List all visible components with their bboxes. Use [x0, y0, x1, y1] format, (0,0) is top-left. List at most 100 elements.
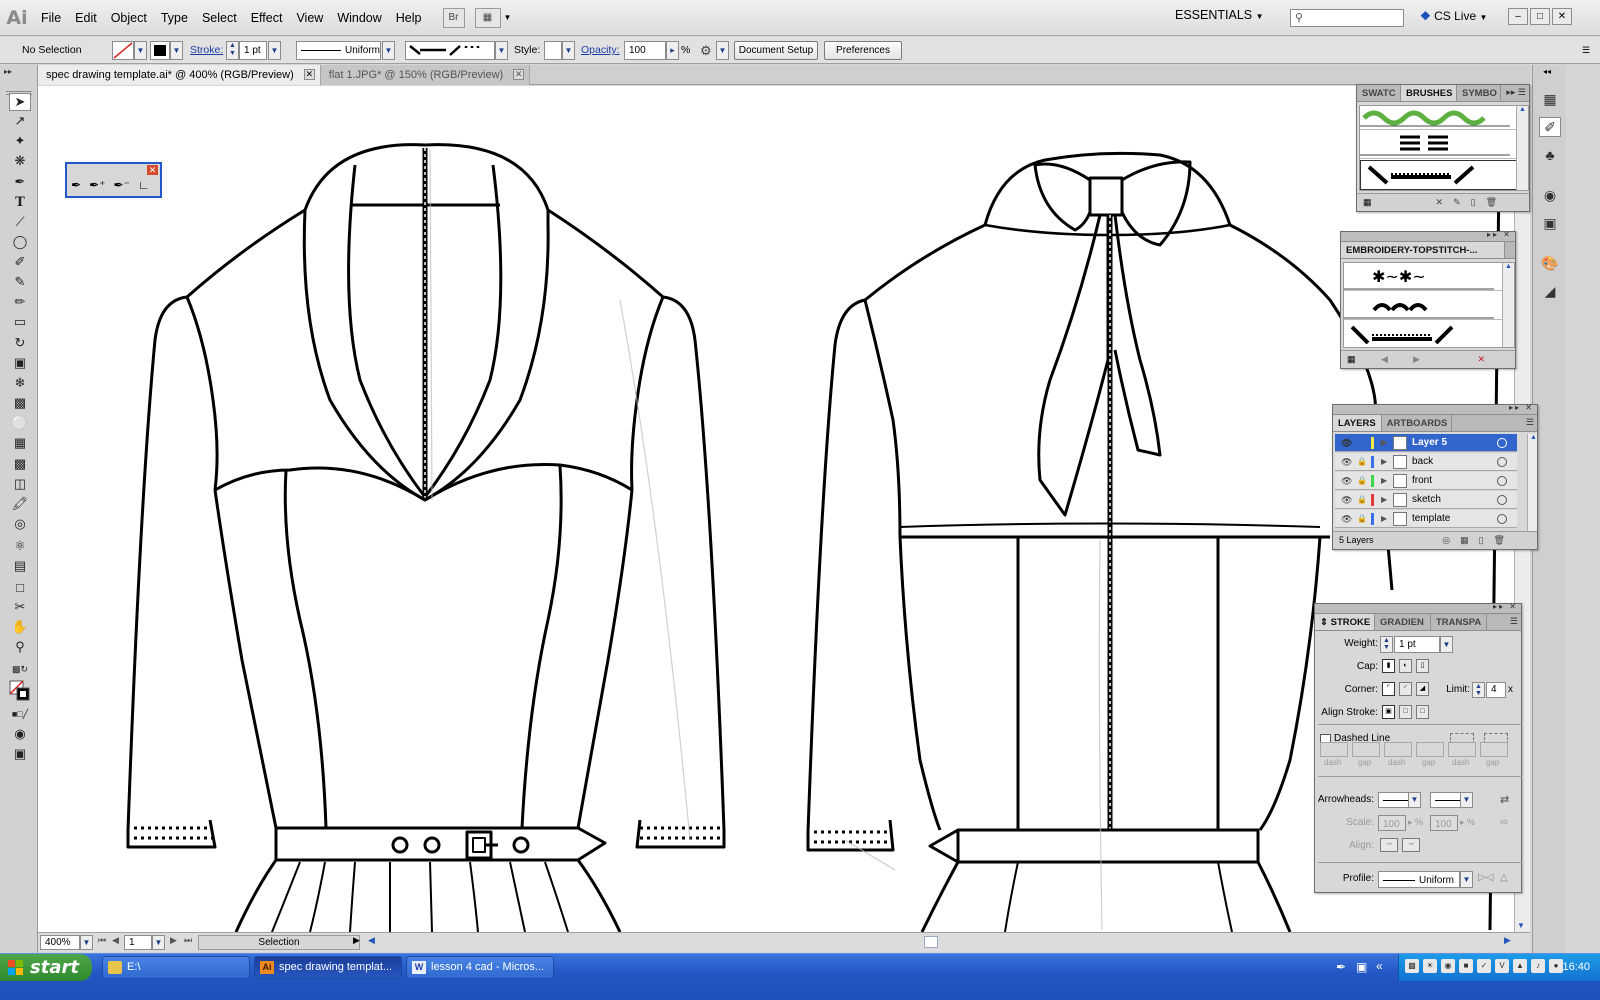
pen-tools-tearoff-panel[interactable]: ✕ ✒ ✒⁺ ✒⁻ ∟ [65, 162, 162, 198]
panel-close-icon[interactable]: ▸▸ ✕ [1487, 232, 1512, 239]
search-input[interactable]: ⚲ [1290, 9, 1404, 27]
pencil-tool-icon[interactable]: ✎ [9, 273, 31, 291]
swap-arrowheads-icon[interactable]: ⇄ [1500, 793, 1509, 806]
visibility-eye-icon[interactable]: 👁 [1341, 495, 1352, 505]
color-panel-icon[interactable]: 🎨 [1539, 253, 1561, 273]
rotate-tool-icon[interactable]: ↻ [9, 334, 31, 352]
visibility-eye-icon[interactable]: 👁 [1341, 438, 1352, 448]
tab-layers[interactable]: LAYERS [1333, 415, 1382, 431]
limit-stepper[interactable]: ▲ ▼ [1472, 682, 1485, 698]
visibility-eye-icon[interactable]: 👁 [1341, 514, 1352, 524]
menu-edit[interactable]: Edit [68, 0, 104, 36]
blend-tool-icon[interactable]: ◎ [9, 515, 31, 533]
profile-dropdown[interactable]: ▼ [382, 41, 395, 60]
layer-name[interactable]: sketch [1412, 491, 1441, 509]
target-circle-icon[interactable] [1497, 476, 1507, 486]
delete-icon[interactable]: ✕ [1477, 351, 1485, 368]
stroke-weight-dropdown[interactable]: ▼ [268, 41, 281, 60]
add-anchor-point-tool-icon[interactable]: ✒⁺ [89, 178, 105, 192]
lasso-tool-icon[interactable]: ❋ [9, 152, 31, 170]
dash-input-3[interactable] [1448, 742, 1476, 757]
close-button[interactable]: ✕ [1552, 8, 1572, 25]
tray-app-icon[interactable]: ☀ [1423, 959, 1437, 973]
slice-tool-icon[interactable]: ✂ [9, 598, 31, 616]
scroll-down-icon[interactable]: ▼ [1517, 921, 1525, 930]
menu-help[interactable]: Help [389, 0, 429, 36]
zoom-dropdown[interactable]: ▼ [80, 935, 93, 950]
layers-scrollbar[interactable]: ▲ [1527, 434, 1537, 531]
next-library-icon[interactable]: ▶ [1413, 351, 1420, 368]
tray-app-icon[interactable]: ● [1549, 959, 1563, 973]
screen-mode-icon[interactable]: ▣ [9, 745, 31, 763]
end-scale-input[interactable]: 100 [1430, 815, 1458, 831]
taskbar-illustrator-button[interactable]: Ai spec drawing templat... [254, 956, 402, 979]
tab-stroke[interactable]: ⇕ STROKE [1315, 614, 1375, 630]
layer-footer-icons[interactable]: ◎▦▯🗑 [1442, 532, 1515, 549]
brushes-panel-icon[interactable]: ✐ [1539, 117, 1561, 137]
opacity-slider-button[interactable]: ▸ [666, 41, 679, 60]
brush-footer-icons[interactable]: ✕✎▯🗑 [1436, 194, 1507, 211]
tab-transparency[interactable]: TRANSPA [1431, 614, 1487, 630]
brush-item[interactable] [1360, 131, 1528, 159]
collapse-icon[interactable]: ◂◂ [1543, 67, 1551, 76]
drawing-mode-icon[interactable]: ◉ [9, 725, 31, 743]
paintbrush-tool-icon[interactable]: ✐ [9, 253, 31, 271]
pen-tool-icon[interactable]: ✒ [71, 178, 81, 192]
lock-icon[interactable]: 🔒 [1357, 514, 1367, 524]
default-colors-icon[interactable]: ▩↻ [9, 660, 31, 678]
direct-selection-tool-icon[interactable]: ↗ [9, 112, 31, 130]
tab-flat-jpg[interactable]: flat 1.JPG* @ 150% (RGB/Preview) ✕ [320, 65, 531, 85]
start-button[interactable]: start [0, 954, 92, 981]
shape-builder-tool-icon[interactable]: ⚪ [9, 414, 31, 432]
link-icon[interactable]: ∞ [1500, 816, 1508, 828]
arrange-documents-icon[interactable]: ▦ [474, 7, 501, 28]
brush-list-scrollbar[interactable]: ▲ [1516, 106, 1528, 190]
tray-app-icon[interactable]: ✓ [1477, 959, 1491, 973]
expand-triangle-icon[interactable]: ▶ [1381, 510, 1387, 528]
menu-object[interactable]: Object [104, 0, 154, 36]
menu-type[interactable]: Type [154, 0, 195, 36]
lock-toggle[interactable] [1357, 438, 1366, 448]
recolor-dropdown[interactable]: ▼ [716, 41, 729, 60]
color-mode-icons[interactable]: ■□╱ [9, 705, 31, 723]
symbol-sprayer-tool-icon[interactable]: ⚛ [9, 537, 31, 555]
target-circle-icon[interactable] [1497, 514, 1507, 524]
dash-input-1[interactable] [1320, 742, 1348, 757]
tray-app-icon[interactable]: ◉ [1441, 959, 1455, 973]
recolor-artwork-icon[interactable]: ⚙ [700, 41, 712, 60]
zoom-tool-icon[interactable]: ⚲ [9, 638, 31, 656]
symbols-panel-icon[interactable]: ♣ [1539, 145, 1561, 165]
library-menu-icon[interactable]: ▦ [1347, 354, 1356, 364]
cs-live-menu[interactable]: ❖ CS Live ▼ [1420, 9, 1487, 23]
tray-network-icon[interactable]: ▣ [1356, 960, 1367, 974]
align-center-icon[interactable]: ▣ [1382, 705, 1395, 719]
brush-definition[interactable] [405, 41, 495, 60]
minimize-button[interactable]: – [1508, 8, 1528, 25]
stroke-dropdown[interactable]: ▼ [170, 41, 183, 60]
layer-row[interactable]: 👁 🔒 ▶ front [1335, 472, 1517, 490]
taskbar-word-button[interactable]: W lesson 4 cad - Micros... [406, 956, 554, 979]
fill-dropdown[interactable]: ▼ [134, 41, 147, 60]
close-icon[interactable]: ✕ [147, 165, 158, 175]
target-circle-icon[interactable] [1497, 495, 1507, 505]
fill-swatch[interactable] [112, 41, 134, 60]
layer-row[interactable]: 👁 🔒 ▶ back [1335, 453, 1517, 471]
layer-row[interactable]: 👁 🔒 ▶ sketch [1335, 491, 1517, 509]
embroidery-brush-list[interactable]: ✱~✱~ ▲ [1343, 262, 1515, 348]
layer-row[interactable]: 👁 ▶ Layer 5 [1335, 434, 1517, 452]
arrow-tip-beyond-icon[interactable]: ➞ [1380, 838, 1398, 852]
projecting-cap-icon[interactable]: ▯ [1416, 659, 1429, 673]
brush-libraries-icon[interactable]: ▦ [1363, 197, 1372, 207]
warp-tool-icon[interactable]: ❄ [9, 374, 31, 392]
flip-across-icon[interactable]: △ [1500, 872, 1508, 883]
visibility-eye-icon[interactable]: 👁 [1341, 457, 1352, 467]
chevron-down-icon[interactable]: ▼ [504, 13, 512, 22]
taskbar-explorer-button[interactable]: E:\ [102, 956, 250, 979]
weight-stepper[interactable]: ▲ ▼ [1380, 636, 1393, 653]
lock-icon[interactable]: 🔒 [1357, 476, 1367, 486]
preferences-button[interactable]: Preferences [824, 41, 902, 60]
embroidery-list-scrollbar[interactable]: ▲ [1502, 263, 1514, 347]
hscroll-thumb[interactable] [924, 936, 938, 948]
close-icon[interactable]: ✕ [513, 69, 525, 80]
hand-tool-icon[interactable]: ✋ [9, 618, 31, 636]
